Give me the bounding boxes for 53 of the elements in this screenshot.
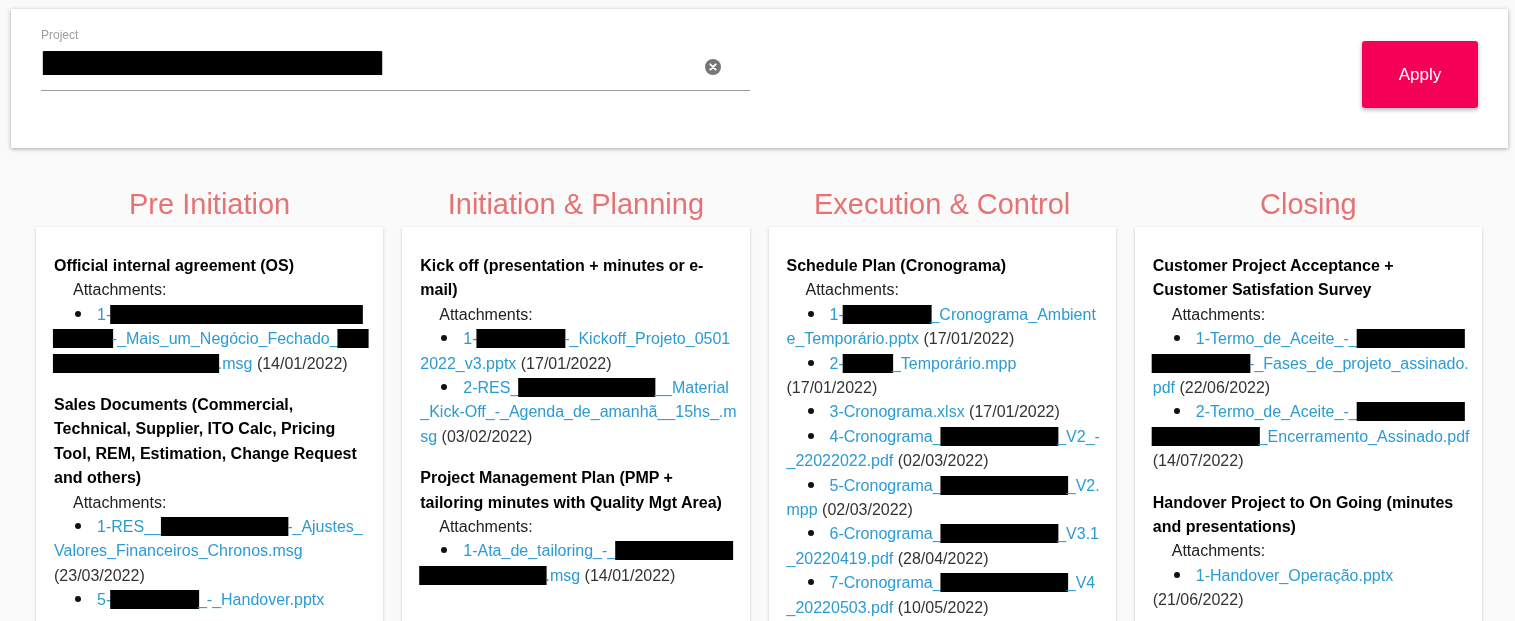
attachment-item[interactable]: 1-█████████_Cronograma_Ambiente_Temporário.pptx (17/01/2022) <box>786 302 1104 352</box>
attachments-label: Attachments: <box>438 304 534 325</box>
bullet-icon <box>807 310 814 317</box>
attachment-item[interactable]: 1-████████████████████████████████-_Mais_um_Negócio_Fechado_████████████████████.msg (14/01/2022) <box>54 302 372 377</box>
bullet-icon <box>75 596 81 603</box>
attachment-item[interactable]: 5-█████████_-_Handover.pptx <box>54 588 372 613</box>
attachment-item[interactable]: 3-Cronograma.xlsx (17/01/2022) <box>786 400 1104 425</box>
attachment-item[interactable]: 4-Cronograma_████████████_V2_-_22022022.pdf (02/03/2022) <box>786 424 1104 474</box>
bullet-icon <box>1173 335 1180 342</box>
attachment-item[interactable]: 1-Ata_de_tailoring_-_█████████████████████████.msg (14/01/2022) <box>420 539 738 589</box>
phase-title: Pre Initiation <box>128 187 292 222</box>
bullet-icon <box>807 579 814 586</box>
item-title: Customer Project Acceptance + Customer Satisfation Survey <box>1152 256 1395 301</box>
bullet-icon <box>1173 571 1180 578</box>
attachment-item[interactable]: 6-Cronograma_████████████_V3.1_20220419.pdf (28/04/2022) <box>786 522 1104 572</box>
bullet-icon <box>807 408 814 415</box>
item-title: Sales Documents (Commercial, Technical, Supplier, ITO Calc, Pricing Tool, REM, Estimation, Change Request and others) <box>54 395 358 489</box>
attachment-item[interactable]: 1-█████████-_Kickoff_Projeto_05012022_v3.pptx (17/01/2022) <box>420 327 738 377</box>
item-title: Handover Project to On Going (minutes and presentations) <box>1152 492 1455 538</box>
attachments-label: Attachments: <box>438 517 534 538</box>
clear-icon[interactable] <box>705 58 721 75</box>
bullet-icon <box>75 310 81 317</box>
attachment-item[interactable]: 1-Handover_Operação.pptx (21/06/2022) <box>1152 563 1470 613</box>
attachment-item[interactable]: 5-Cronograma_█████████████_V2.mpp (02/03/2022) <box>786 473 1104 523</box>
item-title: Project Management Plan (PMP + tailoring minutes with Quality Mgt Area) <box>420 468 723 513</box>
phase-title: Closing <box>1259 187 1358 222</box>
bullet-icon <box>807 432 814 439</box>
attachment-item[interactable]: 7-Cronograma_█████████████_V4_20220503.pdf (10/05/2022) <box>786 571 1104 621</box>
attachment-item[interactable]: 1-RES__█████████████-_Ajustes_Valores_Financeiros_Chronos.msg (23/03/2022) <box>54 515 372 589</box>
item-title: Schedule Plan (Cronograma) <box>786 256 1008 276</box>
attachments-label: Attachments: <box>1170 541 1267 562</box>
bullet-icon <box>807 530 814 537</box>
project-field[interactable]: Project ████████████████████████████ <box>41 27 750 91</box>
item-title: Kick off (presentation + minutes or e-mail) <box>420 256 705 301</box>
bullet-icon <box>1173 408 1180 415</box>
attachments-label: Attachments: <box>72 492 168 513</box>
attachments-label: Attachments: <box>72 280 168 301</box>
bullet-icon <box>441 384 448 391</box>
bullet-icon <box>441 335 448 342</box>
attachment-item[interactable]: 2-Termo_de_Aceite_-_██████████████████████_Encerramento_Assinado.pdf (14/07/2022) <box>1152 400 1470 474</box>
attachments-label: Attachments: <box>804 280 900 301</box>
bullet-icon <box>807 359 814 366</box>
bullet-icon <box>75 523 81 530</box>
bullet-icon <box>441 547 448 554</box>
bullet-icon <box>807 481 814 488</box>
attachments-label: Attachments: <box>1170 304 1267 325</box>
phase-title: Initiation & Planning <box>446 187 706 222</box>
phase-title: Execution & Control <box>812 187 1072 222</box>
item-title: Official internal agreement (OS) <box>54 256 296 276</box>
apply-button[interactable]: Apply <box>1362 41 1478 108</box>
attachment-item[interactable]: 2-█████_Temporário.mpp (17/01/2022) <box>786 351 1104 401</box>
attachment-item[interactable]: 1-Termo_de_Aceite_-_█████████████████████-_Fases_de_projeto_assinado.pdf (22/06/2022) <box>1152 327 1470 401</box>
attachment-item[interactable]: 2-RES_██████████████__Material_Kick-Off_-_Agenda_de_amanhã__15hs_.msg (03/02/2022) <box>420 376 738 450</box>
